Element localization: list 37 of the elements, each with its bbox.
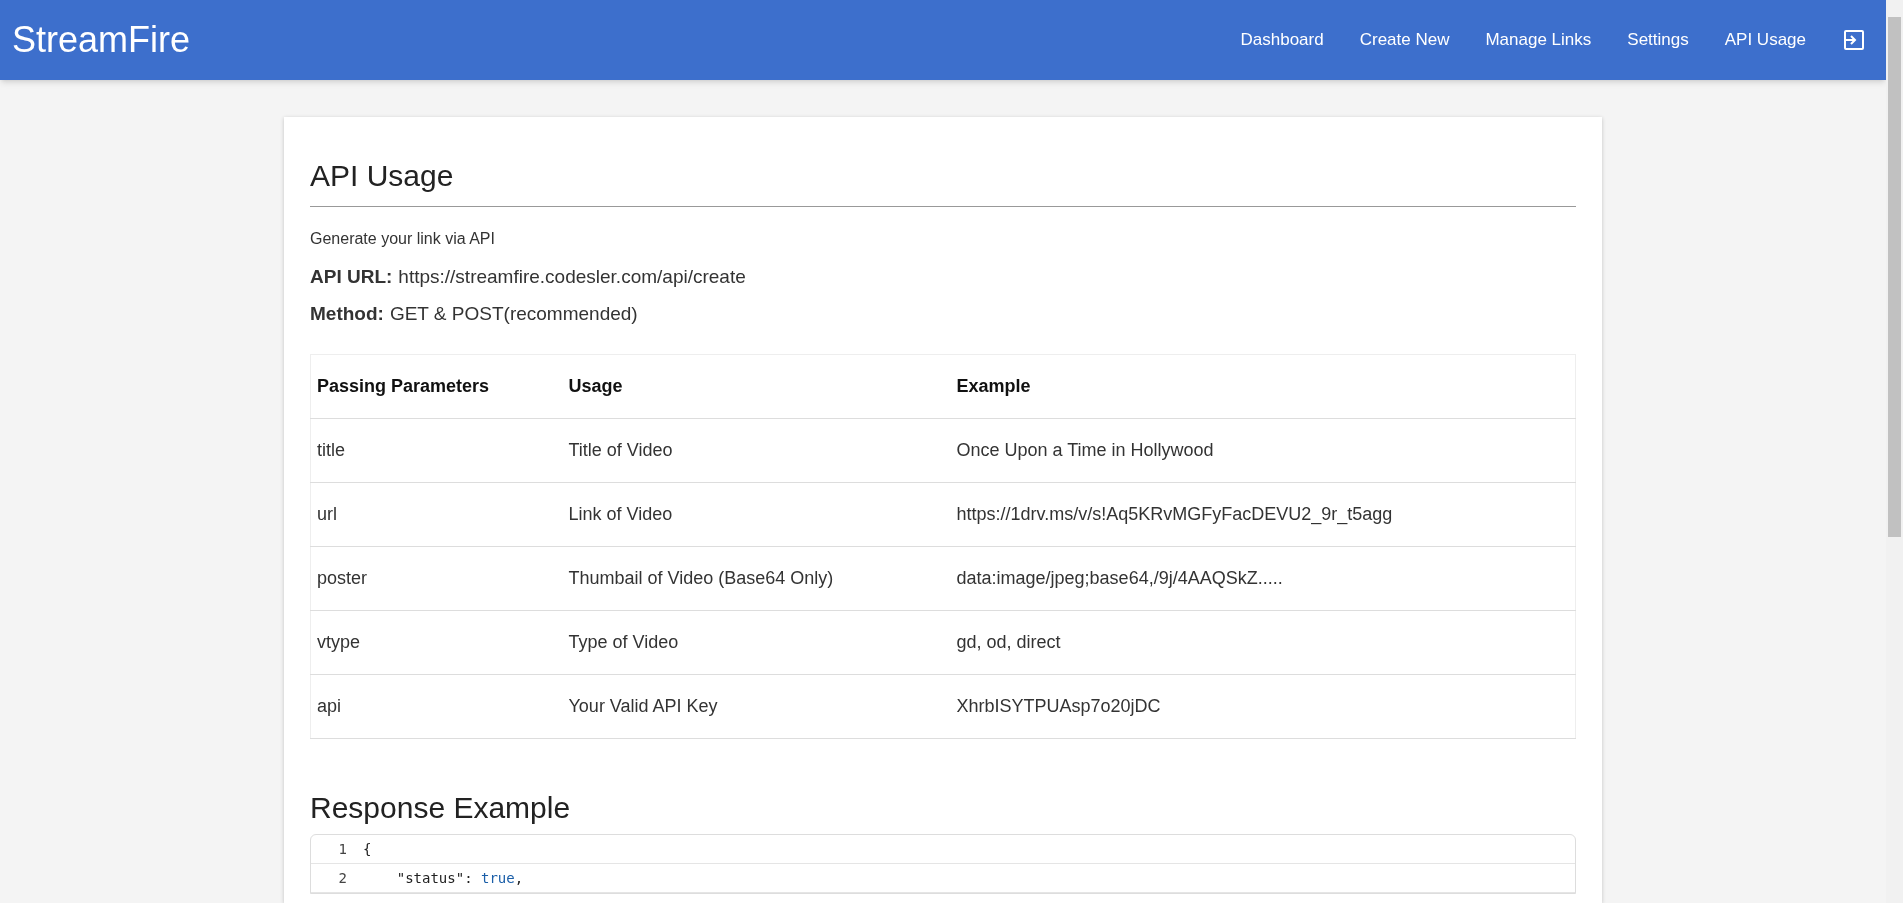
page-subtitle: Generate your link via API (310, 229, 496, 249)
detail-value: GET & POST(recommended) (389, 301, 638, 326)
table-cell: https://1drv.ms/v/s!Aq5KRvMGFyFacDEVU2_9r_t5agg (950, 482, 1576, 547)
table-cell: gd, od, direct (950, 610, 1576, 675)
line-number: 2 (337, 868, 348, 888)
brand-link[interactable]: StreamFire (12, 13, 191, 67)
code-line: "status": true, (395, 868, 524, 888)
scrollbar-thumb[interactable] (1888, 17, 1901, 537)
table-cell: Thumbail of Video (Base64 Only) (562, 546, 951, 611)
table-cell: Link of Video (562, 482, 951, 547)
nav-link[interactable]: API Usage (1724, 27, 1806, 53)
table-cell: title (310, 418, 563, 483)
table-cell: poster (310, 546, 563, 611)
detail-value: https://streamfire.codesler.com/api/create (398, 265, 746, 289)
logout-icon[interactable] (1842, 28, 1866, 52)
detail-label: Method: (310, 301, 384, 326)
detail-label: API URL: (310, 265, 393, 289)
table-cell: data:image/jpeg;base64,/9j/4AAQSkZ..... (950, 546, 1576, 611)
nav-link[interactable]: Settings (1627, 27, 1689, 53)
column-header: Usage (562, 354, 951, 419)
code-line: { (363, 839, 372, 859)
page-title: API Usage (310, 153, 1576, 207)
table-cell: Type of Video (562, 610, 951, 675)
table-cell: Title of Video (562, 418, 951, 483)
section-title: Response Example (310, 790, 572, 826)
nav-link[interactable]: Dashboard (1240, 27, 1324, 53)
nav-link[interactable]: Manage Links (1485, 27, 1592, 53)
column-header: Example (950, 354, 1576, 419)
table-cell: XhrbISYTPUAsp7o20jDC (950, 674, 1576, 739)
table-cell: vtype (310, 610, 563, 675)
nav-link[interactable]: Create New (1359, 27, 1450, 53)
table-cell: Your Valid API Key (562, 674, 951, 739)
table-cell: Once Upon a Time in Hollywood (950, 418, 1576, 483)
column-header: Passing Parameters (310, 354, 563, 419)
table-cell: url (310, 482, 563, 547)
line-number: 1 (337, 839, 348, 859)
table-cell: api (310, 674, 563, 739)
